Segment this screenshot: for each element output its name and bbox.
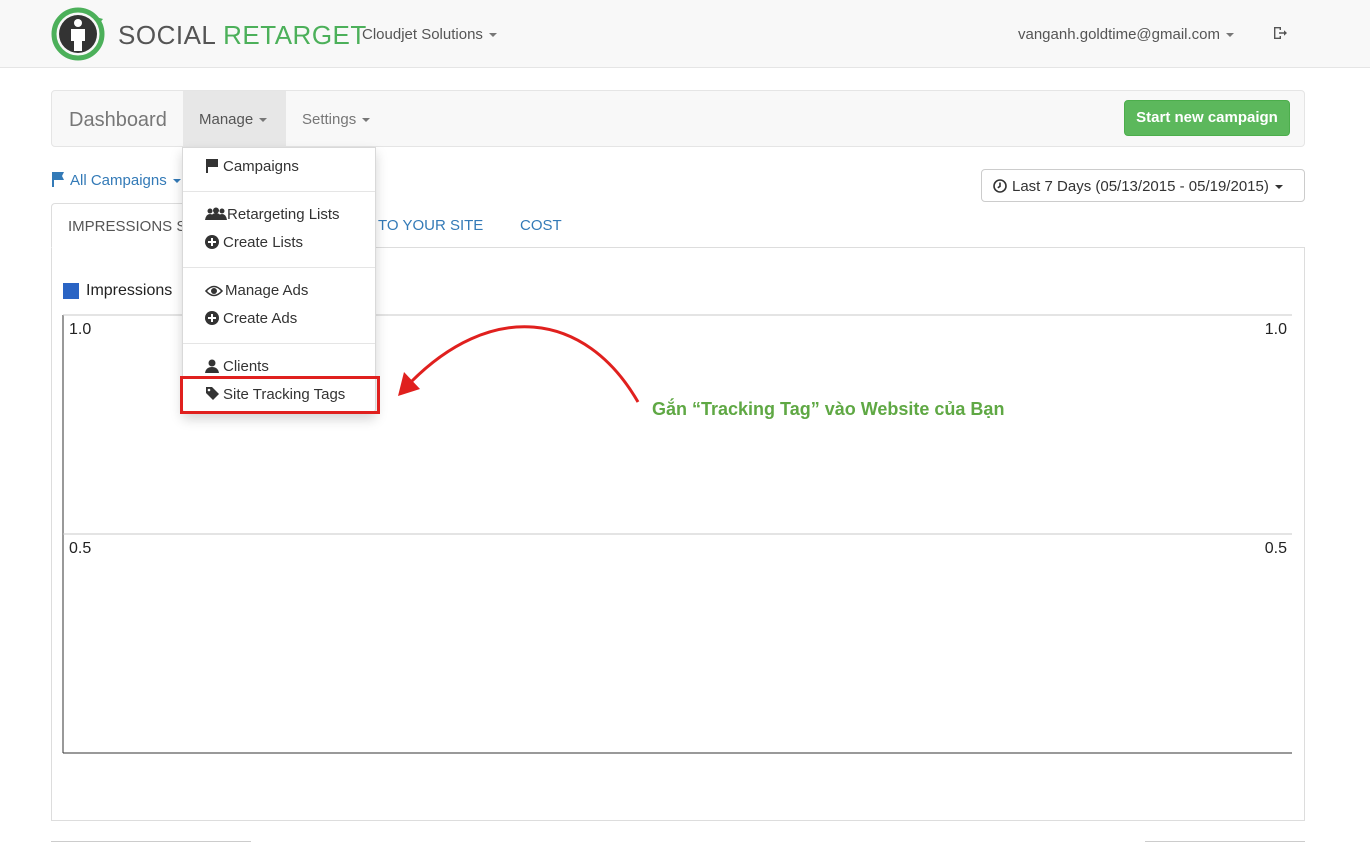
menu-item-label: Retargeting Lists	[227, 206, 340, 223]
impressions-chart: 1.0 1.0 0.5 0.5	[62, 314, 1292, 754]
user-icon	[205, 359, 223, 377]
menu-item-label: Create Ads	[223, 310, 298, 327]
menu-item-manage-ads[interactable]: Manage Ads	[204, 282, 309, 301]
menu-item-label: Create Lists	[223, 234, 304, 251]
users-icon	[205, 207, 227, 225]
highlight-box	[180, 376, 380, 414]
menu-item-label: Clients	[223, 358, 269, 375]
eye-icon	[204, 284, 225, 301]
menu-divider	[183, 191, 375, 192]
y-tick-label-right: 0.5	[1265, 540, 1287, 557]
plus-circle-icon	[205, 235, 223, 253]
menu-item-retargeting-lists[interactable]: Retargeting Lists	[205, 206, 340, 225]
menu-item-campaigns[interactable]: Campaigns	[205, 158, 299, 177]
y-tick-label-left: 0.5	[69, 540, 91, 557]
flag-icon	[205, 158, 223, 177]
menu-item-clients[interactable]: Clients	[205, 358, 269, 377]
menu-divider	[183, 343, 375, 344]
menu-item-label: Campaigns	[223, 158, 299, 175]
manage-dropdown-menu: Campaigns Retargeting Lists Create Lists…	[182, 147, 376, 413]
y-tick-label-right: 1.0	[1265, 321, 1287, 338]
annotation-text: Gắn “Tracking Tag” vào Website của Bạn	[652, 399, 1005, 419]
menu-item-create-ads[interactable]: Create Ads	[205, 310, 297, 329]
menu-divider	[183, 267, 375, 268]
y-tick-label-left: 1.0	[69, 321, 91, 338]
plus-circle-icon	[205, 311, 223, 329]
menu-item-label: Manage Ads	[225, 282, 309, 299]
menu-item-create-lists[interactable]: Create Lists	[205, 234, 303, 253]
